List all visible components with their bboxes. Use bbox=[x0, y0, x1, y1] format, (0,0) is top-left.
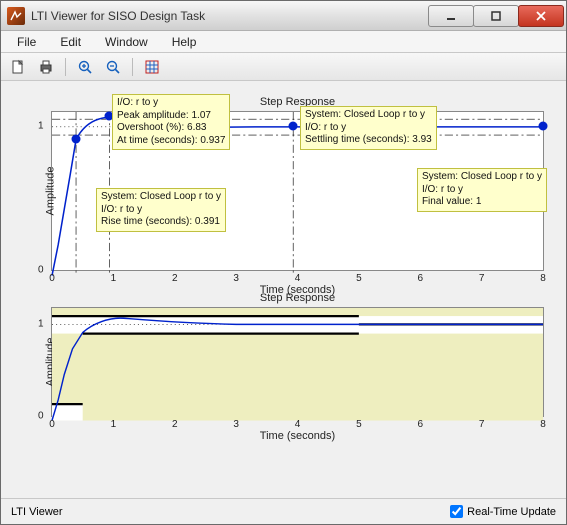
window-title: LTI Viewer for SISO Design Task bbox=[31, 9, 429, 23]
marker-rise[interactable] bbox=[72, 134, 81, 143]
plot1-xtick: 0 bbox=[49, 273, 55, 284]
plot1-xtick: 5 bbox=[356, 273, 362, 284]
menu-window[interactable]: Window bbox=[95, 33, 158, 51]
tooltip-peak: I/O: r to y Peak amplitude: 1.07 Oversho… bbox=[112, 94, 230, 150]
marker-settling[interactable] bbox=[289, 122, 298, 131]
plot1-xtick: 7 bbox=[479, 273, 485, 284]
realtime-update-input[interactable] bbox=[450, 505, 463, 518]
minimize-button[interactable] bbox=[428, 5, 474, 27]
plot2-xtick: 4 bbox=[295, 419, 301, 430]
title-bar: LTI Viewer for SISO Design Task bbox=[1, 1, 566, 31]
plot1-xtick: 4 bbox=[295, 273, 301, 284]
plot-step-response-2[interactable]: Step Response Amplitude Time (seconds) bbox=[51, 307, 544, 417]
marker-final[interactable] bbox=[539, 122, 548, 131]
menu-edit[interactable]: Edit bbox=[50, 33, 91, 51]
tooltip-rise: System: Closed Loop r to y I/O: r to y R… bbox=[96, 188, 226, 232]
menu-bar: File Edit Window Help bbox=[1, 31, 566, 53]
plot2-ytick: 0 bbox=[38, 411, 44, 422]
content-area: Step Response Amplitude Time (seconds) bbox=[1, 81, 566, 498]
statusbar-text: LTI Viewer bbox=[11, 506, 63, 518]
realtime-update-checkbox[interactable]: Real-Time Update bbox=[450, 505, 556, 518]
realtime-update-label: Real-Time Update bbox=[467, 506, 556, 518]
plot1-xtick: 3 bbox=[233, 273, 239, 284]
close-button[interactable] bbox=[518, 5, 564, 27]
plot2-xtick: 5 bbox=[356, 419, 362, 430]
app-icon bbox=[7, 7, 25, 25]
new-doc-icon[interactable] bbox=[7, 56, 29, 78]
plot2-xtick: 6 bbox=[417, 419, 423, 430]
tooltip-final: System: Closed Loop r to y I/O: r to y F… bbox=[417, 168, 547, 212]
maximize-button[interactable] bbox=[473, 5, 519, 27]
plot2-xtick: 7 bbox=[479, 419, 485, 430]
menu-help[interactable]: Help bbox=[162, 33, 207, 51]
plot1-ytick: 1 bbox=[38, 121, 44, 132]
menu-file[interactable]: File bbox=[7, 33, 46, 51]
status-bar: LTI Viewer Real-Time Update bbox=[1, 498, 566, 524]
plot1-xtick: 1 bbox=[111, 273, 117, 284]
plot2-xtick: 8 bbox=[540, 419, 546, 430]
plot2-xlabel: Time (seconds) bbox=[260, 430, 335, 442]
plot2-title: Step Response bbox=[260, 292, 335, 304]
plot2-xtick: 0 bbox=[49, 419, 55, 430]
toolbar bbox=[1, 53, 566, 81]
zoom-out-icon[interactable] bbox=[102, 56, 124, 78]
plot1-xtick: 6 bbox=[417, 273, 423, 284]
tooltip-settling: System: Closed Loop r to y I/O: r to y S… bbox=[300, 106, 437, 150]
plot1-xtick: 8 bbox=[540, 273, 546, 284]
plot2-xtick: 1 bbox=[111, 419, 117, 430]
print-icon[interactable] bbox=[35, 56, 57, 78]
plot2-ytick: 1 bbox=[38, 319, 44, 330]
plot2-xtick: 3 bbox=[233, 419, 239, 430]
plot1-ytick: 0 bbox=[38, 265, 44, 276]
grid-icon[interactable] bbox=[141, 56, 163, 78]
plot2-xtick: 2 bbox=[172, 419, 178, 430]
plot1-xtick: 2 bbox=[172, 273, 178, 284]
toolbar-separator bbox=[65, 58, 66, 76]
plot-step-response-1[interactable]: Step Response Amplitude Time (seconds) bbox=[51, 111, 544, 271]
toolbar-separator bbox=[132, 58, 133, 76]
zoom-in-icon[interactable] bbox=[74, 56, 96, 78]
